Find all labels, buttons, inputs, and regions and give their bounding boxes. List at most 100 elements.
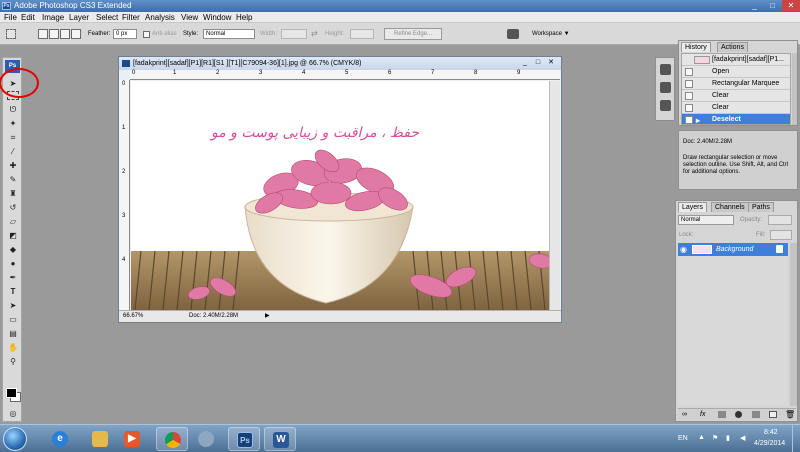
eyedropper-tool-icon[interactable]: ⁄ — [6, 146, 20, 157]
menu-window[interactable]: Window — [203, 13, 231, 22]
menu-help[interactable]: Help — [236, 13, 252, 22]
menu-file[interactable]: File — [4, 13, 17, 22]
menu-image[interactable]: Image — [42, 13, 64, 22]
dodge-tool-icon[interactable]: ● — [6, 258, 20, 269]
taskbar-word[interactable]: W — [264, 427, 296, 451]
layers-scrollbar[interactable] — [790, 243, 797, 406]
menu-analysis[interactable]: Analysis — [145, 13, 175, 22]
menu-view[interactable]: View — [181, 13, 198, 22]
crop-tool-icon[interactable]: ⌗ — [6, 132, 20, 143]
hand-tool-icon[interactable]: ✋ — [6, 342, 20, 353]
tray-network-icon[interactable]: ▮ — [726, 434, 730, 442]
tab-layers[interactable]: Layers — [678, 202, 708, 212]
clone-stamp-tool-icon[interactable]: ♜ — [6, 188, 20, 199]
add-selection-icon[interactable] — [49, 29, 59, 39]
tool-presets-icon[interactable] — [660, 100, 671, 111]
tray-action-center-icon[interactable]: ⚑ — [712, 434, 718, 442]
document-maximize-button[interactable]: □ — [532, 58, 544, 68]
maximize-button[interactable]: □ — [764, 0, 781, 11]
foreground-color-swatch[interactable] — [6, 388, 17, 398]
zoom-level[interactable]: 66.67% — [123, 311, 143, 322]
healing-brush-tool-icon[interactable]: ✚ — [6, 160, 20, 171]
notes-tool-icon[interactable]: ▤ — [6, 328, 20, 339]
magic-wand-tool-icon[interactable]: ✦ — [6, 118, 20, 129]
clock-time[interactable]: 8:42 — [764, 429, 778, 436]
brush-tool-icon[interactable]: ✎ — [6, 174, 20, 185]
tab-actions[interactable]: Actions — [717, 42, 748, 52]
paint-bucket-tool-icon[interactable]: ◩ — [6, 230, 20, 241]
history-scrollbar[interactable] — [792, 53, 797, 125]
intersect-selection-icon[interactable] — [71, 29, 81, 39]
layer-row-background[interactable]: ◉ Background — [678, 243, 788, 256]
feather-input[interactable]: 0 px — [113, 29, 137, 39]
history-item[interactable]: Open — [682, 66, 790, 78]
actions-panel-icon[interactable] — [660, 82, 671, 93]
new-group-icon[interactable] — [752, 411, 760, 418]
quick-mask-icon[interactable]: ◎ — [6, 408, 20, 419]
opacity-input[interactable] — [768, 215, 792, 225]
tab-history[interactable]: History — [681, 42, 711, 52]
history-snapshot[interactable]: [fadakprint][sadaf][P1... — [682, 54, 790, 66]
lasso-tool-icon[interactable]: ᘎ — [6, 104, 20, 115]
shape-tool-icon[interactable]: ▭ — [6, 314, 20, 325]
language-indicator[interactable]: EN — [678, 435, 688, 442]
height-input[interactable] — [350, 29, 374, 39]
menu-select[interactable]: Select — [96, 13, 118, 22]
link-layers-icon[interactable]: ∞ — [682, 411, 687, 418]
tray-arrow-icon[interactable]: ▲ — [698, 434, 705, 441]
visibility-eye-icon[interactable]: ◉ — [680, 245, 687, 254]
pen-tool-icon[interactable]: ✒ — [6, 272, 20, 283]
document-minimize-button[interactable]: _ — [519, 58, 531, 68]
path-selection-tool-icon[interactable]: ➤ — [6, 300, 20, 311]
layer-style-icon[interactable]: fx — [700, 411, 705, 418]
taskbar-google-chrome[interactable] — [156, 427, 188, 451]
clock-date[interactable]: 4/29/2014 — [754, 440, 785, 447]
taskbar-network[interactable] — [190, 427, 222, 451]
blur-tool-icon[interactable]: ◆ — [6, 244, 20, 255]
history-panel-icon[interactable] — [660, 64, 671, 75]
style-select[interactable]: Normal — [203, 29, 255, 39]
eraser-tool-icon[interactable]: ▱ — [6, 216, 20, 227]
width-input[interactable] — [281, 29, 307, 39]
refine-edge-button[interactable]: Refine Edge... — [384, 28, 442, 40]
adjustment-layer-icon[interactable] — [735, 411, 742, 418]
canvas-image[interactable]: حفظ ، مراقبت و زیبایی پوست و مو — [131, 81, 549, 310]
tab-paths[interactable]: Paths — [748, 202, 774, 212]
history-item-selected[interactable]: ▸ Deselect — [682, 114, 790, 124]
new-layer-icon[interactable] — [769, 411, 777, 418]
status-menu-arrow-icon[interactable]: ▶ — [265, 311, 270, 322]
start-button-icon[interactable] — [3, 427, 27, 451]
document-vertical-scrollbar[interactable] — [549, 81, 560, 310]
minimize-button[interactable]: _ — [746, 0, 763, 11]
menu-edit[interactable]: Edit — [21, 13, 35, 22]
tray-volume-icon[interactable]: ◀ — [740, 434, 745, 442]
layer-mask-icon[interactable] — [718, 411, 726, 418]
taskbar-windows-explorer[interactable] — [84, 427, 116, 451]
title-bar: Ps Adobe Photoshop CS3 Extended _ □ ✕ — [0, 0, 800, 12]
new-selection-icon[interactable] — [38, 29, 48, 39]
workspace-icon[interactable] — [507, 29, 519, 39]
tab-channels[interactable]: Channels — [711, 202, 749, 212]
type-tool-icon[interactable]: T — [6, 286, 20, 297]
antialias-checkbox[interactable] — [143, 31, 150, 38]
subtract-selection-icon[interactable] — [60, 29, 70, 39]
close-button[interactable]: ✕ — [782, 0, 800, 11]
taskbar-internet-explorer[interactable]: e — [44, 427, 76, 451]
blend-mode-select[interactable]: Normal — [678, 215, 734, 225]
taskbar-photoshop[interactable]: Ps — [228, 427, 260, 451]
menu-filter[interactable]: Filter — [122, 13, 140, 22]
document-close-button[interactable]: ✕ — [545, 58, 557, 68]
history-item[interactable]: Clear — [682, 90, 790, 102]
show-desktop-button[interactable] — [792, 425, 800, 452]
marquee-preset-icon[interactable] — [6, 29, 16, 39]
zoom-tool-icon[interactable]: ⚲ — [6, 356, 20, 367]
workspace-menu[interactable]: Workspace ▼ — [532, 31, 570, 38]
fill-input[interactable] — [770, 230, 792, 240]
history-item[interactable]: Rectangular Marquee — [682, 78, 790, 90]
swap-dimensions-icon[interactable]: ⇄ — [311, 29, 318, 38]
delete-layer-icon[interactable]: 🗑 — [785, 410, 795, 419]
taskbar-media-player[interactable]: ▶ — [116, 427, 148, 451]
history-item[interactable]: Clear — [682, 102, 790, 114]
history-brush-tool-icon[interactable]: ↺ — [6, 202, 20, 213]
menu-layer[interactable]: Layer — [69, 13, 89, 22]
